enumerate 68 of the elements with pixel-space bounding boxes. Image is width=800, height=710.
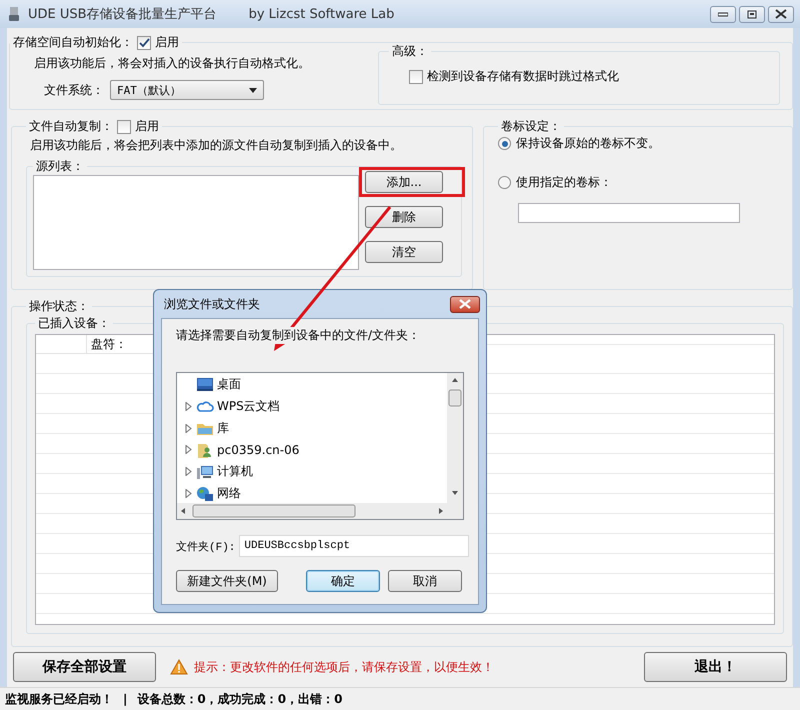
close-icon: [775, 9, 787, 19]
save-button[interactable]: 保存全部设置: [13, 652, 156, 682]
computer-icon: [196, 464, 214, 480]
exit-button[interactable]: 退出！: [644, 652, 787, 682]
radio-button[interactable]: [498, 176, 511, 189]
tree-item[interactable]: 桌面: [185, 375, 447, 394]
status-text: |: [123, 692, 128, 706]
status-text: 设备总数：0，成功完成：0，出错：0: [137, 690, 342, 708]
expand-icon[interactable]: [185, 489, 193, 498]
group-title: 源列表：: [36, 158, 84, 175]
maximize-button[interactable]: [739, 6, 765, 22]
radio-label: 使用指定的卷标：: [516, 174, 612, 191]
checkbox-label: 启用: [135, 118, 159, 135]
horizontal-scrollbar[interactable]: [177, 503, 447, 519]
user-icon: [196, 442, 214, 458]
list-button[interactable]: 清空: [365, 241, 443, 263]
dialog-button[interactable]: 取消: [388, 570, 462, 592]
vertical-scrollbar[interactable]: [447, 373, 463, 519]
network-icon: [196, 486, 214, 502]
field-label: 文件夹(F):: [176, 540, 236, 554]
restore-icon: [747, 10, 757, 18]
file-system-dropdown[interactable]: FAT（默认）: [110, 80, 264, 100]
minimize-icon: [718, 11, 728, 17]
folder-tree[interactable]: 桌面 WPS云文档 库 pc0359.cn-06 计算机 网络: [176, 372, 464, 520]
checkbox[interactable]: [409, 70, 423, 84]
tree-item[interactable]: WPS云文档: [185, 396, 447, 416]
group-title: 存储空间自动初始化：: [13, 34, 133, 51]
list-button[interactable]: 添加...: [365, 171, 443, 193]
description-text: 启用该功能后，将会对插入的设备执行自动格式化。: [34, 55, 311, 72]
group-title: 高级：: [392, 43, 428, 60]
description-text: 启用该功能后，将会把列表中添加的源文件自动复制到插入的设备中。: [29, 137, 403, 154]
app-icon: [6, 6, 22, 22]
desktop-icon: [196, 376, 214, 392]
tree-item[interactable]: pc0359.cn-06: [185, 440, 447, 460]
expand-icon[interactable]: [185, 424, 193, 433]
checkbox-label: 启用: [155, 34, 179, 51]
close-icon: [459, 299, 471, 309]
group-title: 卷标设定：: [501, 118, 561, 135]
dialog-button[interactable]: 新建文件夹(M): [176, 570, 278, 592]
expand-icon[interactable]: [185, 445, 193, 454]
dialog-button[interactable]: 确定: [306, 570, 380, 592]
checkbox[interactable]: [137, 36, 151, 50]
tree-item[interactable]: 网络: [185, 484, 447, 503]
warning-icon: [170, 659, 188, 675]
tree-item[interactable]: 库: [185, 418, 447, 438]
radio-label: 保持设备原始的卷标不变。: [516, 135, 660, 152]
checkbox-label: 检测到设备存储有数据时跳过格式化: [427, 68, 619, 85]
window-subtitle: by Lizcst Software Lab: [248, 6, 394, 22]
expand-icon[interactable]: [185, 402, 193, 411]
status-text: 监视服务已经启动！: [5, 690, 113, 708]
field-label: 文件系统：: [44, 82, 104, 98]
close-button[interactable]: [450, 296, 480, 312]
group-title: 已插入设备：: [38, 315, 110, 332]
dialog-title: 浏览文件或文件夹: [164, 296, 260, 312]
folder-field[interactable]: UDEUSBccsbplscpt: [239, 535, 470, 557]
expand-icon[interactable]: [185, 467, 193, 476]
list-button[interactable]: 删除: [365, 206, 443, 228]
radio-button[interactable]: [498, 137, 511, 150]
caret-icon: [249, 88, 257, 92]
window-title: UDE USB存储设备批量生产平台: [28, 6, 217, 23]
group-title: 文件自动复制：: [29, 118, 113, 135]
tree-item[interactable]: 计算机: [185, 462, 447, 482]
volume-label-field[interactable]: [518, 203, 740, 223]
checkbox[interactable]: [117, 120, 131, 134]
group-title: 操作状态：: [29, 298, 89, 315]
minimize-button[interactable]: [710, 6, 736, 22]
hint-text: 提示：更改软件的任何选项后，请保存设置，以便生效！: [194, 658, 494, 676]
close-button[interactable]: [768, 6, 794, 22]
